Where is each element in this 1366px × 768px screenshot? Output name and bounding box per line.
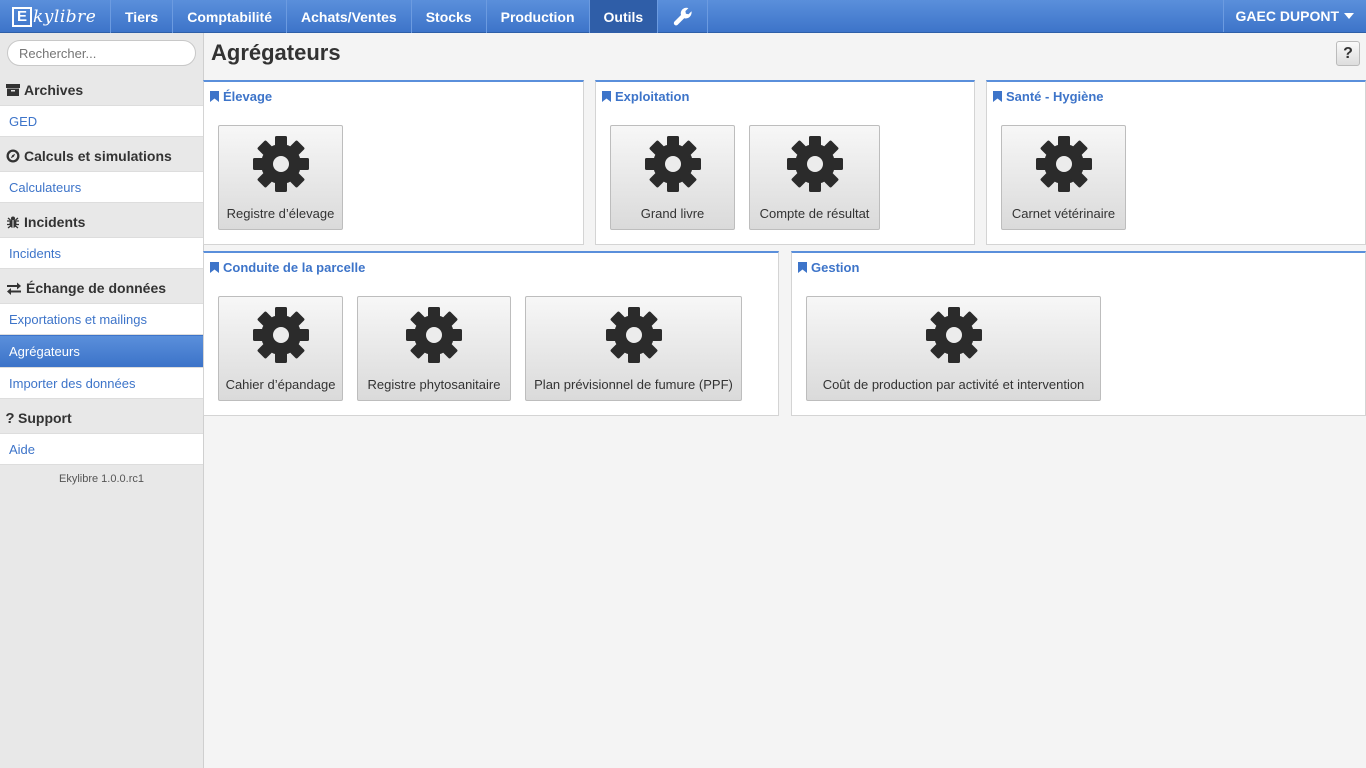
panel-elevage: Élevage Registre d’élevage [203, 80, 584, 245]
sidebar-section-archives: Archives GED [0, 75, 203, 137]
tile-cout-production[interactable]: Coût de production par activité et inter… [806, 296, 1101, 401]
tile-cahier-epandage[interactable]: Cahier d’épandage [218, 296, 343, 401]
bookmark-icon [210, 262, 219, 273]
help-button[interactable]: ? [1336, 41, 1360, 66]
bookmark-icon [602, 91, 611, 102]
caret-down-icon [1344, 13, 1354, 19]
tile-label: Grand livre [640, 206, 705, 221]
nav-production[interactable]: Production [487, 0, 590, 33]
tile-registre-elevage[interactable]: Registre d’élevage [218, 125, 343, 230]
panel-title: Santé - Hygiène [1006, 89, 1104, 104]
tile-label: Carnet vétérinaire [1011, 206, 1116, 221]
tile-compte-resultat[interactable]: Compte de résultat [749, 125, 880, 230]
panel-title: Exploitation [615, 89, 690, 104]
tile-grand-livre[interactable]: Grand livre [610, 125, 735, 230]
sidebar-section-incidents: Incidents Incidents [0, 207, 203, 269]
compass-icon [6, 149, 20, 163]
tile-label: Coût de production par activité et inter… [822, 377, 1085, 392]
sidebar-section-calculs: Calculs et simulations Calculateurs [0, 141, 203, 203]
sidebar-item-exportations[interactable]: Exportations et mailings [0, 303, 203, 335]
panel-conduite-parcelle: Conduite de la parcelle Cahier d’épandag… [203, 251, 779, 416]
question-icon: ? [5, 409, 15, 427]
tile-carnet-veterinaire[interactable]: Carnet vétérinaire [1001, 125, 1126, 230]
gear-icon [604, 306, 663, 364]
sidebar-item-aide[interactable]: Aide [0, 433, 203, 465]
tile-label: Registre d’élevage [226, 206, 335, 221]
section-title: Archives [24, 82, 84, 98]
wrench-icon [673, 7, 692, 25]
panel-gestion: Gestion Coût de production par activité … [791, 251, 1366, 416]
app-version: Ekylibre 1.0.0.rc1 [59, 473, 144, 485]
logo-letter: E [12, 6, 32, 27]
farm-name: GAEC DUPONT [1235, 8, 1339, 24]
nav-achats-ventes[interactable]: Achats/Ventes [287, 0, 412, 33]
section-title: Incidents [24, 214, 86, 230]
sidebar-item-ged[interactable]: GED [0, 105, 203, 137]
gear-icon [405, 306, 463, 364]
gear-icon [643, 135, 702, 193]
bug-icon [6, 215, 20, 229]
panel-exploitation: Exploitation Grand livre Compte de résul… [595, 80, 975, 245]
panel-title: Conduite de la parcelle [223, 260, 366, 275]
nav-outils[interactable]: Outils [589, 0, 659, 33]
section-title: Calculs et simulations [24, 148, 172, 164]
nav-tiers[interactable]: Tiers [111, 0, 174, 33]
nav-comptabilite[interactable]: Comptabilité [173, 0, 287, 33]
tile-label: Cahier d’épandage [225, 377, 336, 392]
tile-label: Registre phytosanitaire [367, 377, 501, 392]
panel-title: Élevage [223, 89, 273, 104]
exchange-icon [6, 281, 22, 295]
bookmark-icon [798, 262, 807, 273]
section-title: Support [18, 410, 72, 426]
section-title: Échange de données [26, 280, 167, 296]
logo-text: kylibre [33, 6, 97, 27]
nav-stocks[interactable]: Stocks [412, 0, 487, 33]
farm-menu[interactable]: GAEC DUPONT [1222, 0, 1366, 32]
ekylibre-logo[interactable]: E kylibre [0, 0, 111, 33]
tile-label: Compte de résultat [759, 206, 870, 221]
tile-registre-phytosanitaire[interactable]: Registre phytosanitaire [357, 296, 511, 401]
sidebar-item-calculateurs[interactable]: Calculateurs [0, 171, 203, 203]
panel-sante-hygiene: Santé - Hygiène Carnet vétérinaire [986, 80, 1366, 245]
sidebar-item-incidents[interactable]: Incidents [0, 237, 203, 269]
search-input[interactable] [7, 40, 196, 66]
bookmark-icon [210, 91, 219, 102]
page-title: Agrégateurs [211, 40, 341, 65]
tile-label: Plan prévisionnel de fumure (PPF) [534, 377, 733, 392]
gear-icon [251, 306, 310, 364]
sidebar-item-agregateurs[interactable]: Agrégateurs [0, 335, 203, 367]
gear-icon [924, 306, 983, 364]
nav-tools-button[interactable] [658, 0, 709, 33]
gear-icon [785, 135, 844, 193]
tile-plan-fumure[interactable]: Plan prévisionnel de fumure (PPF) [525, 296, 742, 401]
top-navigation-bar: E kylibre Tiers Comptabilité Achats/Vent… [0, 0, 1366, 33]
sidebar: Archives GED Calculs et simulations Calc… [0, 33, 204, 768]
archive-icon [6, 83, 20, 97]
gear-icon [251, 135, 310, 193]
sidebar-item-importer[interactable]: Importer des données [0, 367, 203, 399]
sidebar-section-echange: Échange de données Exportations et maili… [0, 273, 203, 399]
panel-title: Gestion [811, 260, 860, 275]
sidebar-section-support: ? Support Aide [0, 403, 203, 465]
bookmark-icon [993, 91, 1002, 102]
gear-icon [1034, 135, 1093, 193]
